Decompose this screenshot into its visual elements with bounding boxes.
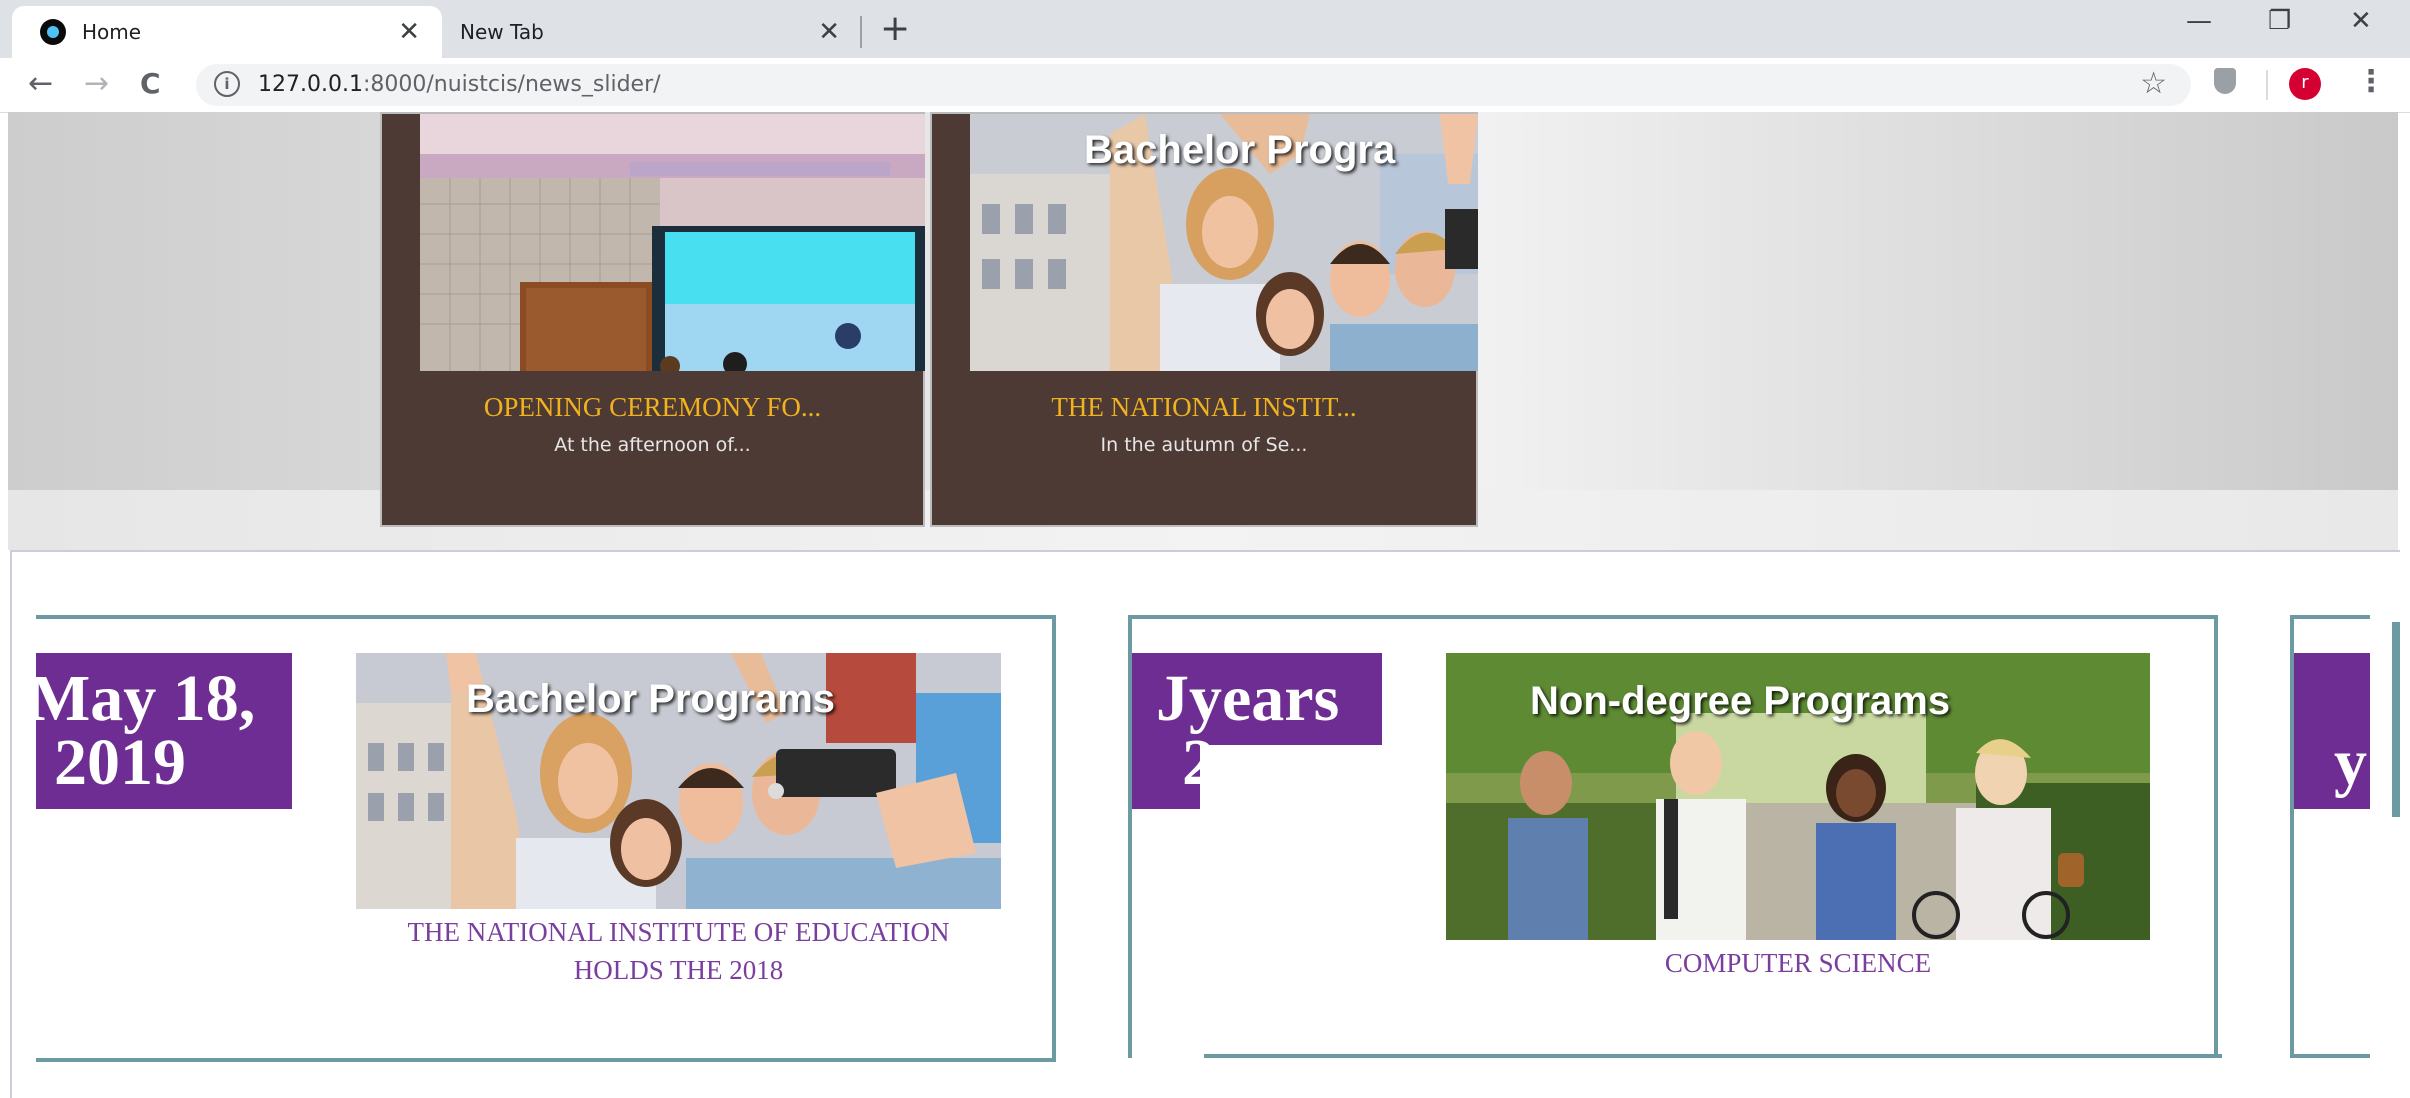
news-caption[interactable]: COMPUTER SCIENCE: [1446, 944, 2150, 982]
caption-line: THE NATIONAL INSTITUTE OF EDUCATION: [407, 917, 950, 947]
new-tab-button[interactable]: +: [880, 8, 910, 49]
toolbar: ← → C i 127.0.0.1:8000/nuistcis/news_sli…: [0, 58, 2410, 113]
date-badge-mask: [1200, 745, 1390, 815]
back-button[interactable]: ←: [28, 66, 53, 101]
tab-strip: Home ✕ New Tab ✕ + — ❐ ✕: [0, 0, 2410, 58]
image-banner-text: Non-degree Programs: [1530, 679, 1951, 723]
card-bottom-border: [1204, 1054, 2222, 1058]
news-card[interactable]: May 18, 2019 Bachelor Programs THE NATIO…: [36, 615, 1056, 1062]
slide-excerpt: In the autumn of Se...: [1100, 434, 1308, 456]
profile-avatar[interactable]: r: [2289, 68, 2321, 100]
image-banner-text: Bachelor Progra: [1084, 128, 1396, 172]
bookmark-star-icon[interactable]: ☆: [2140, 66, 2167, 101]
browser-menu-icon[interactable]: ⋮: [2356, 64, 2386, 99]
site-info-icon[interactable]: i: [214, 71, 240, 97]
date-badge: y: [2294, 653, 2370, 809]
caption-line: HOLDS THE 2018: [573, 955, 784, 985]
url-host: 127.0.0.1: [258, 72, 363, 97]
forward-button[interactable]: →: [84, 66, 109, 101]
slide-title[interactable]: THE NATIONAL INSTIT...: [932, 392, 1476, 423]
news-image[interactable]: Bachelor Programs: [356, 653, 1001, 909]
minimize-button[interactable]: —: [2186, 6, 2212, 36]
tab-close-icon[interactable]: ✕: [398, 17, 420, 47]
reload-button[interactable]: C: [140, 67, 161, 100]
news-card[interactable]: Jyears 2 Non-degree Programs COMPUTER SC…: [1128, 615, 2222, 1058]
tab-close-icon[interactable]: ✕: [818, 17, 840, 47]
slide-title[interactable]: OPENING CEREMONY FO...: [382, 392, 923, 423]
toolbar-divider: [2266, 70, 2268, 100]
slide-excerpt: At the afternoon of...: [554, 434, 751, 456]
tab-new-tab[interactable]: New Tab ✕: [442, 6, 862, 58]
close-window-button[interactable]: ✕: [2350, 6, 2372, 36]
news-card-partial[interactable]: y: [2290, 615, 2370, 1058]
extension-shield-icon[interactable]: [2214, 68, 2236, 94]
slide-image: [420, 114, 925, 371]
news-caption[interactable]: THE NATIONAL INSTITUTE OF EDUCATION HOLD…: [356, 913, 1001, 989]
tab-divider: [860, 16, 862, 48]
slide-image: Bachelor Progra: [970, 114, 1478, 371]
date-line: y: [2334, 726, 2367, 799]
image-banner-text: Bachelor Programs: [466, 677, 836, 721]
slider-edge: [2392, 622, 2400, 817]
ceremony-hall-photo: [420, 114, 925, 371]
date-line: 2019: [54, 726, 186, 799]
date-line: May 18,: [36, 662, 256, 735]
date-badge: May 18, 2019: [36, 653, 292, 809]
url-path: :8000/nuistcis/news_slider/: [362, 72, 661, 97]
tab-title: Home: [82, 20, 142, 44]
url-text[interactable]: 127.0.0.1:8000/nuistcis/news_slider/: [258, 72, 661, 97]
tab-title: New Tab: [460, 20, 544, 44]
news-image[interactable]: Non-degree Programs: [1446, 653, 2150, 940]
restore-button[interactable]: ❐: [2268, 6, 2291, 36]
site-favicon-icon: [40, 19, 66, 45]
slide-card[interactable]: OPENING CEREMONY FO... At the afternoon …: [380, 112, 925, 527]
address-bar[interactable]: i 127.0.0.1:8000/nuistcis/news_slider/ ☆: [196, 64, 2191, 106]
tab-home[interactable]: Home ✕: [12, 6, 442, 58]
date-line: Jyears: [1156, 662, 1340, 735]
slide-card[interactable]: Bachelor Progra THE NATIONAL INSTIT... I…: [930, 112, 1478, 527]
